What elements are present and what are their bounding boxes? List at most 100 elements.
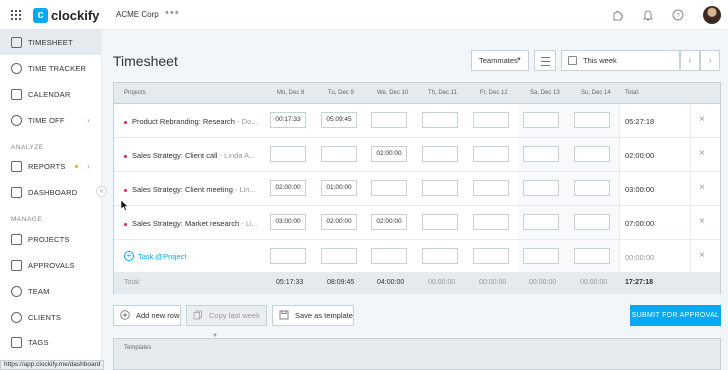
save-as-template-label: Save as template (295, 311, 353, 320)
column-header: Th, Dec 11 (428, 90, 457, 96)
notification-dot (75, 165, 78, 168)
project-cell[interactable]: Sales Strategy: Market research - Li... (124, 219, 269, 228)
remove-row-button[interactable]: × (699, 250, 705, 261)
time-input[interactable] (422, 180, 458, 196)
sidebar-item-calendar[interactable]: CALENDAR (0, 82, 102, 107)
user-avatar[interactable] (703, 6, 721, 24)
apps-grid-icon[interactable] (11, 10, 21, 20)
column-header: Projects (124, 90, 146, 96)
copy-last-week-button[interactable]: Copy last week ▼ (186, 305, 267, 339)
time-input[interactable] (523, 112, 559, 128)
bell-icon[interactable] (641, 8, 655, 22)
sidebar-item-timesheet[interactable]: TIMESHEET (0, 30, 102, 55)
time-input[interactable] (473, 214, 509, 230)
puzzle-icon[interactable] (611, 8, 625, 22)
sidebar-item-label: TIME OFF (28, 116, 65, 125)
time-input[interactable]: 02:00:00 (270, 180, 306, 196)
time-input[interactable] (574, 180, 610, 196)
task-project-placeholder: Task @Project (138, 251, 187, 261)
submit-for-approval-button[interactable]: SUBMIT FOR APPROVAL (630, 305, 721, 326)
sidebar-item-reports[interactable]: REPORTS › (0, 154, 102, 179)
timesheet-table: Projects Mo, Dec 8 Tu, Dec 9 We, Dec 10 … (113, 82, 721, 294)
prev-week-button[interactable]: ‹ (680, 50, 700, 71)
list-view-button[interactable] (534, 50, 556, 71)
time-input[interactable] (574, 112, 610, 128)
time-input[interactable] (321, 248, 357, 264)
time-input[interactable]: 01:00:00 (321, 180, 357, 196)
page-title: Timesheet (113, 53, 178, 69)
column-header: Sa, Dec 13 (530, 90, 560, 96)
column-header: Mo, Dec 8 (277, 90, 305, 96)
time-input[interactable] (422, 112, 458, 128)
row-total: 07:00:00 (625, 219, 655, 228)
time-input[interactable] (473, 146, 509, 162)
time-input[interactable] (473, 180, 509, 196)
time-input[interactable] (523, 214, 559, 230)
sidebar: TIMESHEET TIME TRACKER CALENDAR TIME OFF… (0, 30, 102, 370)
column-header: We, Dec 10 (377, 90, 409, 96)
remove-row-button[interactable]: × (699, 114, 705, 125)
project-name: Product Rebranding: Research (132, 117, 235, 126)
project-cell[interactable]: Product Rebranding: Research - Do... (124, 117, 269, 126)
time-input[interactable] (270, 146, 306, 162)
time-input[interactable]: 00:17:33 (270, 112, 306, 128)
time-off-icon (11, 115, 22, 126)
time-input[interactable] (321, 146, 357, 162)
time-input[interactable] (422, 248, 458, 264)
time-input[interactable]: 03:00:00 (270, 214, 306, 230)
sidebar-item-clients[interactable]: CLIENTS (0, 305, 102, 330)
time-input[interactable] (523, 146, 559, 162)
brand-name: clockify (51, 7, 100, 23)
sidebar-item-time-tracker[interactable]: TIME TRACKER (0, 56, 102, 81)
remove-row-button[interactable]: × (699, 182, 705, 193)
time-input[interactable] (574, 146, 610, 162)
week-picker[interactable]: This week (561, 50, 680, 71)
calendar-icon (11, 89, 22, 100)
clockify-logo[interactable]: c clockify (33, 6, 99, 24)
remove-row-button[interactable]: × (699, 216, 705, 227)
time-input[interactable] (422, 146, 458, 162)
sidebar-item-approvals[interactable]: APPROVALS (0, 253, 102, 278)
sidebar-collapse-button[interactable]: « (96, 186, 107, 197)
time-input[interactable]: 02:00:00 (371, 146, 407, 162)
next-week-button[interactable]: › (700, 50, 720, 71)
select-task-project[interactable]: + Task @Project (124, 251, 186, 261)
clockify-logo-icon: c (33, 7, 48, 23)
day-total: 00:00:00 (529, 279, 557, 286)
time-input[interactable]: 02:00:00 (321, 214, 357, 230)
save-as-template-button[interactable]: Save as template (272, 305, 354, 326)
project-cell[interactable]: Sales Strategy: Client meeting - Lin... (124, 185, 269, 194)
teammates-dropdown[interactable]: Teammates ▼ (471, 50, 529, 71)
workspace-name[interactable]: ACME Corp (116, 10, 159, 19)
sidebar-item-time-off[interactable]: TIME OFF › (0, 108, 102, 133)
time-input[interactable] (574, 248, 610, 264)
sidebar-item-team[interactable]: TEAM (0, 279, 102, 304)
workspace-more-button[interactable]: ••• (165, 7, 180, 19)
table-footer: Total: 05:17:33 08:09:45 04:00:00 00:00:… (114, 272, 720, 294)
remove-row-button[interactable]: × (699, 148, 705, 159)
time-input[interactable] (473, 112, 509, 128)
time-input[interactable] (371, 248, 407, 264)
column-header: Total: (625, 90, 640, 96)
time-input[interactable] (422, 214, 458, 230)
mouse-cursor-icon (121, 200, 129, 211)
time-input[interactable]: 02:00:00 (371, 214, 407, 230)
help-icon[interactable]: ? (671, 8, 685, 22)
sidebar-item-dashboard[interactable]: DASHBOARD (0, 180, 102, 205)
time-input[interactable] (523, 248, 559, 264)
project-color-dot (124, 120, 127, 124)
status-bar-url: https://app.clockify.me/dashboard (0, 360, 105, 370)
sidebar-item-tags[interactable]: TAGS (0, 330, 102, 355)
time-input[interactable] (270, 248, 306, 264)
day-total: 00:00:00 (580, 279, 608, 286)
add-new-row-button[interactable]: Add new row (113, 305, 181, 326)
project-cell[interactable]: Sales Strategy: Client call - Linda A... (124, 151, 269, 160)
time-input[interactable]: 05:09:45 (321, 112, 357, 128)
time-input[interactable] (371, 112, 407, 128)
time-input[interactable] (371, 180, 407, 196)
table-row-new: + Task @Project 00:00:00 × (114, 240, 720, 274)
time-input[interactable] (523, 180, 559, 196)
time-input[interactable] (473, 248, 509, 264)
time-input[interactable] (574, 214, 610, 230)
sidebar-item-projects[interactable]: PROJECTS (0, 227, 102, 252)
